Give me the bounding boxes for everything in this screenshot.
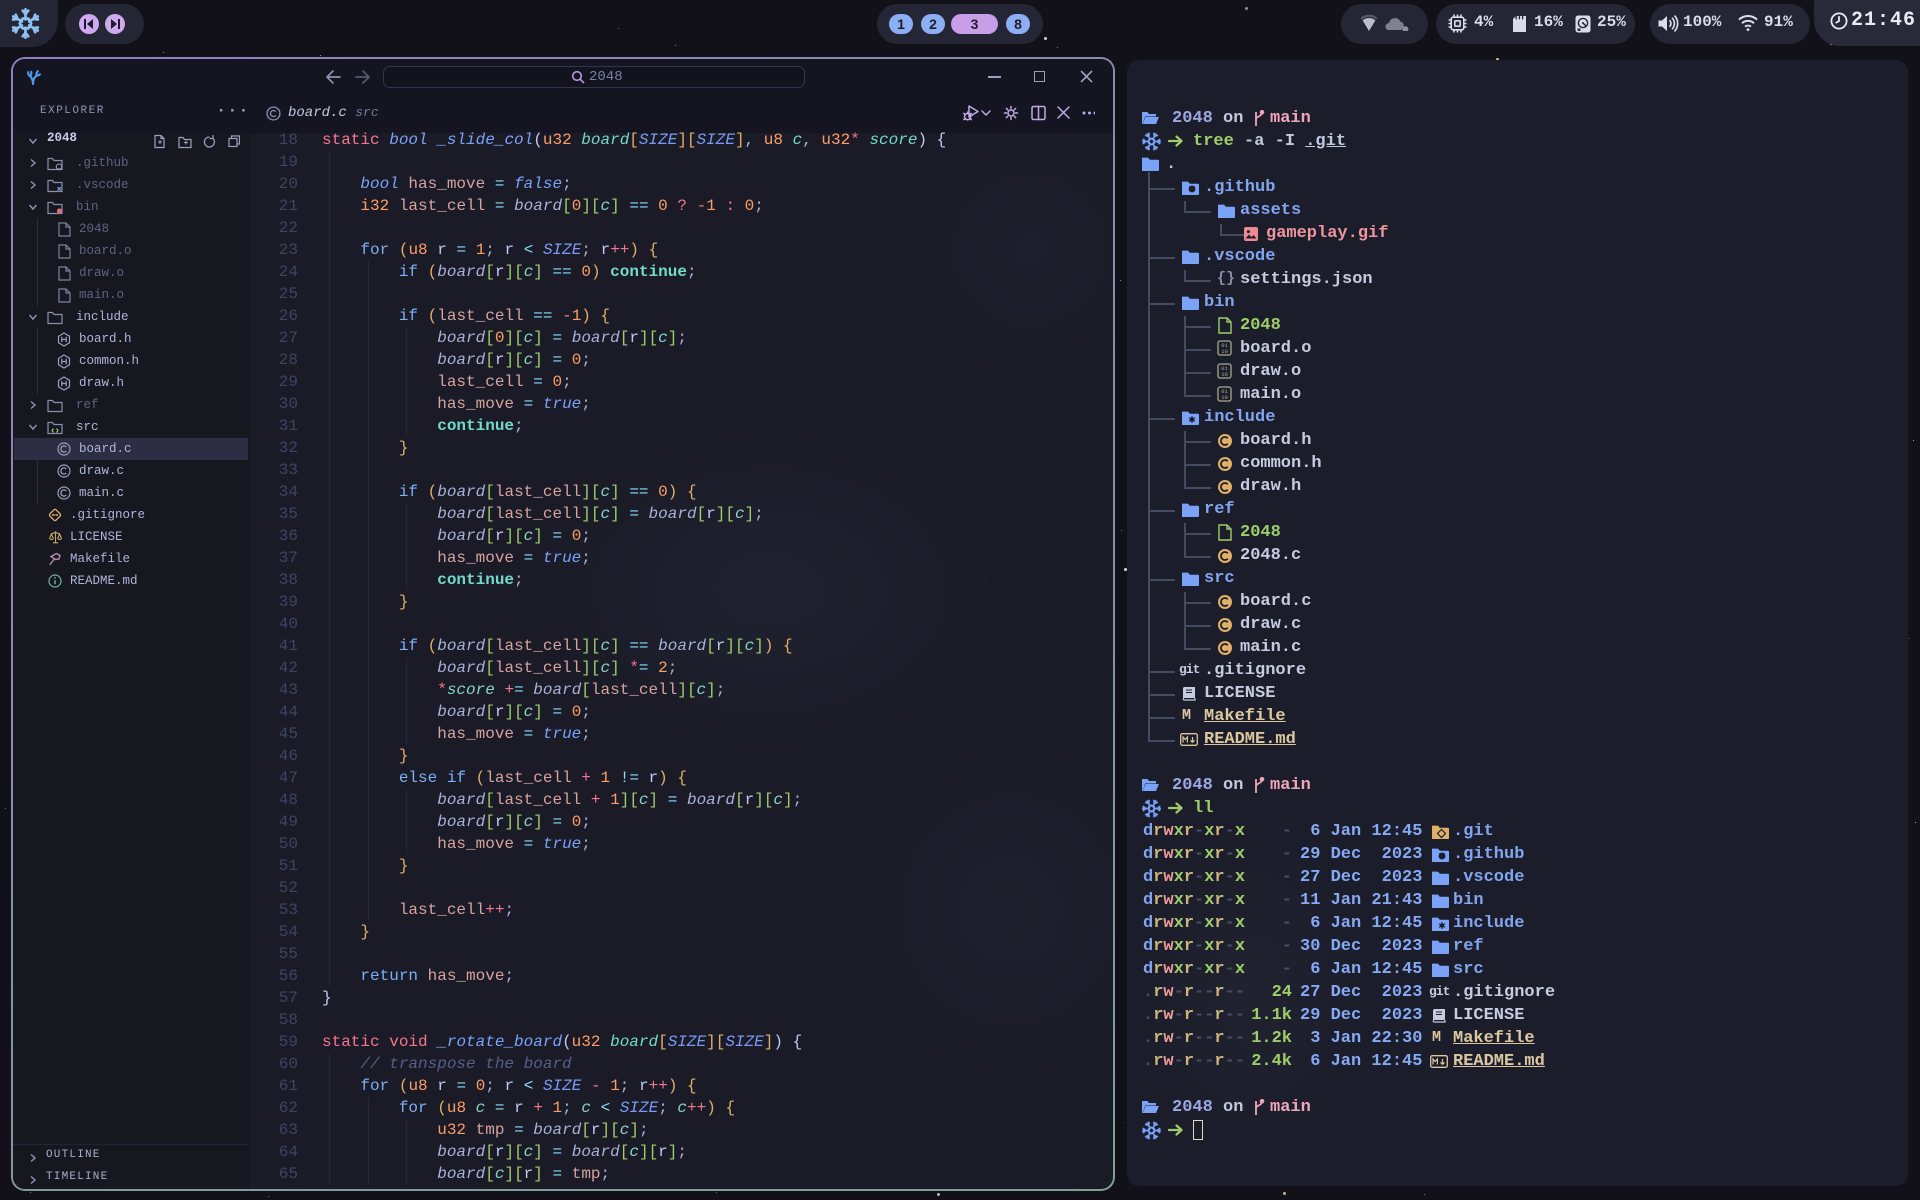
svg-text:10: 10	[1221, 371, 1228, 378]
svg-text:10: 10	[1221, 394, 1228, 401]
svg-text:10: 10	[1221, 348, 1228, 355]
